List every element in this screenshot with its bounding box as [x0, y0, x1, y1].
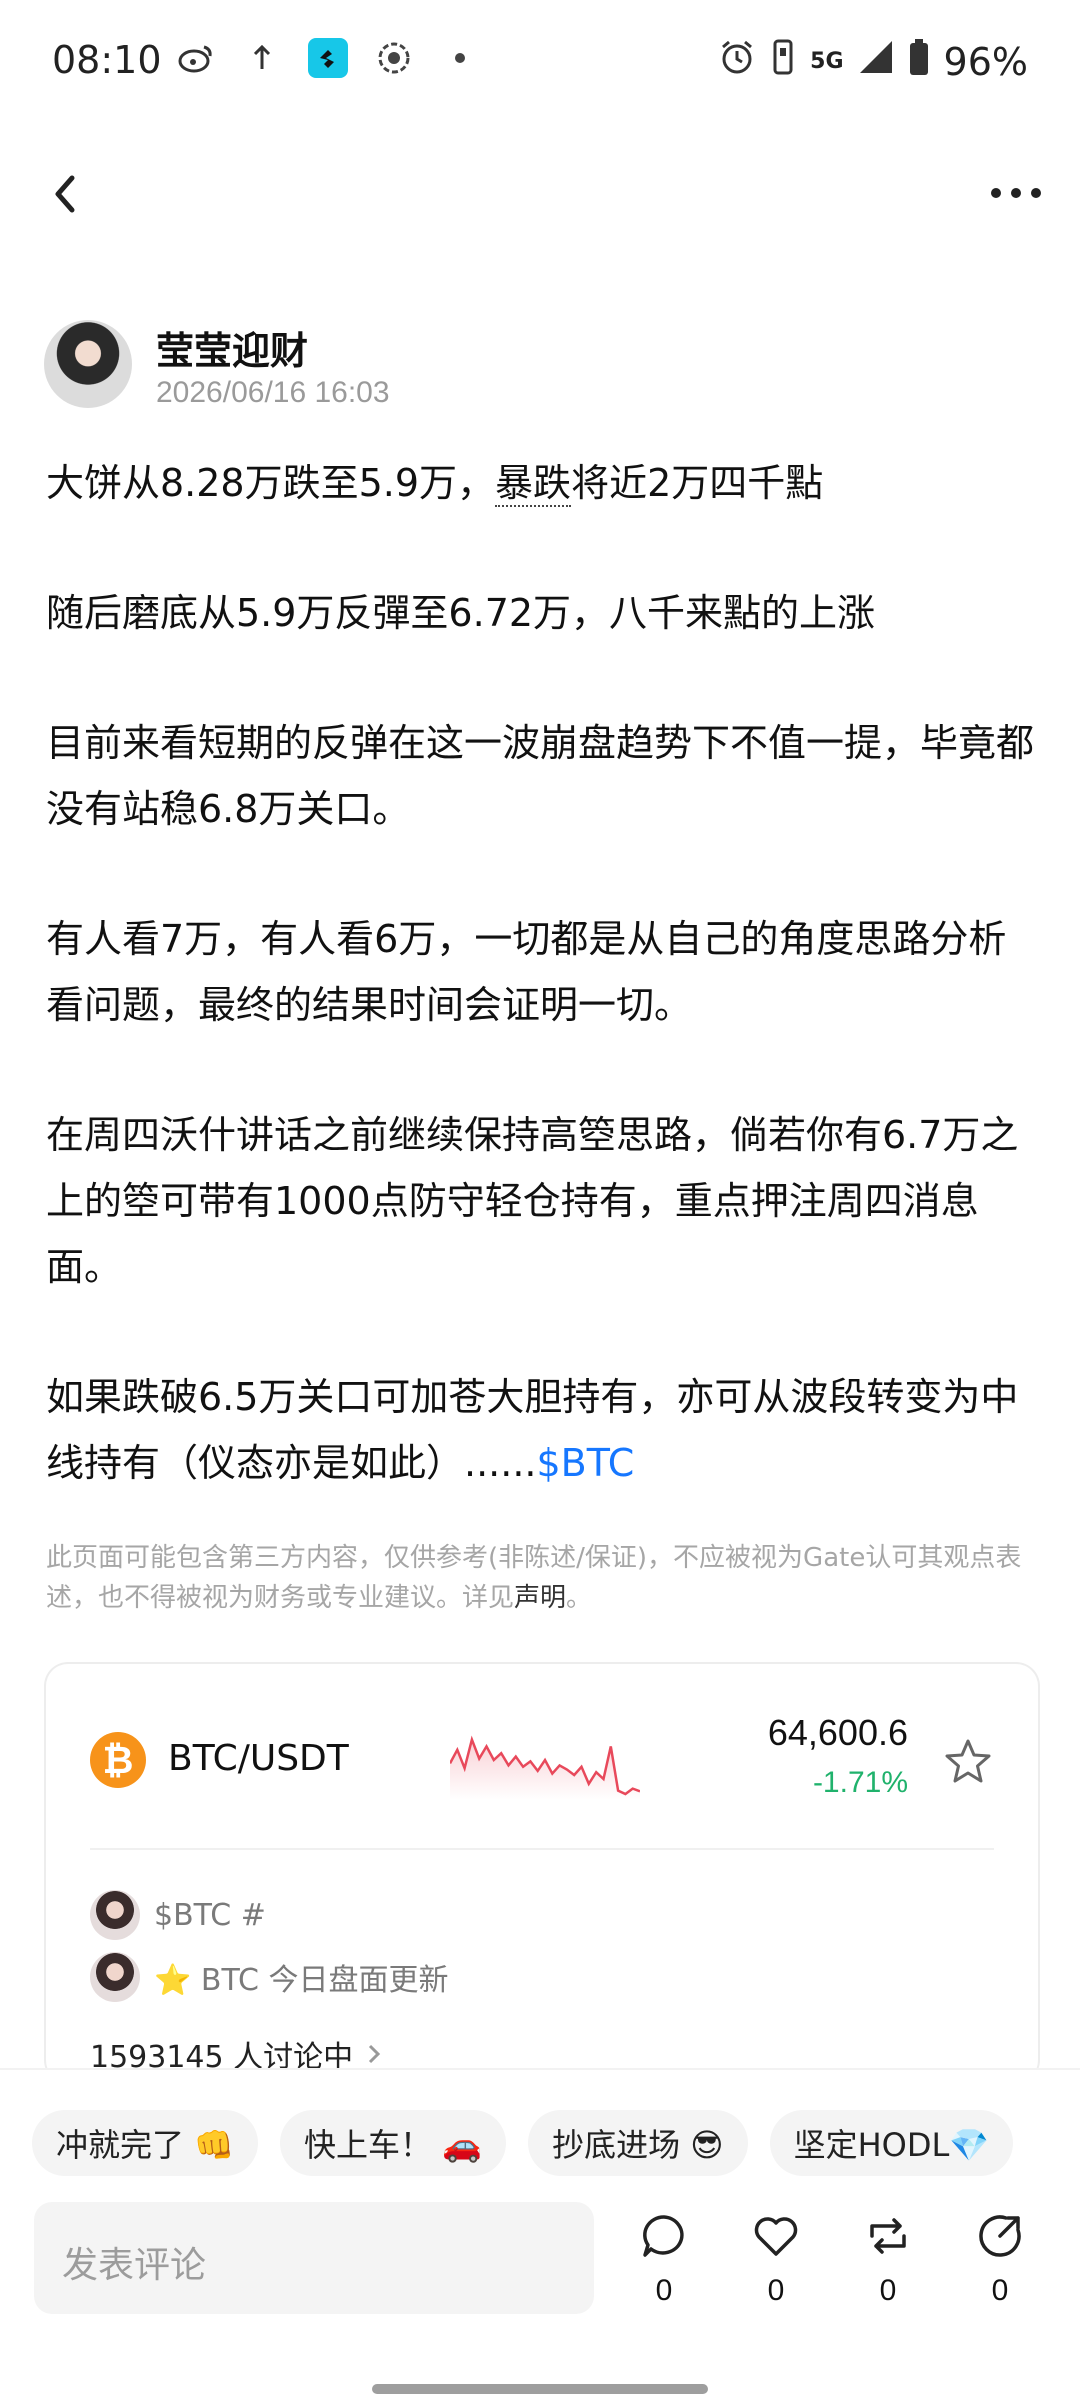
quick-reply-chip[interactable]: 抄底进场 😎: [528, 2110, 748, 2176]
keyword-link[interactable]: 暴跌: [495, 461, 572, 507]
topic-avatar: [90, 1890, 140, 1940]
post-paragraph: 目前来看短期的反弹在这一波崩盘趋势下不值一提，毕竟都没有站稳6.8万关口。: [46, 721, 1035, 831]
heart-icon: [754, 2217, 798, 2256]
post-body: 大饼从8.28万跌至5.9万，暴跌将近2万四千點 随后磨底从5.9万反彈至6.7…: [46, 450, 1036, 1496]
post-actions: 0 0 0 0: [640, 2212, 1024, 2308]
status-bar: 08:10 5G 96%: [0, 0, 1080, 120]
repost-button[interactable]: 0: [864, 2212, 912, 2308]
card-divider: [90, 1848, 994, 1850]
post-text: 如果跌破6.5万关口可加苍大胆持有，亦可从波段转变为中线持有（仪态亦是如此）..…: [46, 1375, 1019, 1485]
app-icon: [308, 38, 348, 78]
comment-button[interactable]: 0: [640, 2212, 688, 2308]
topic-avatar: [90, 1952, 140, 2002]
price: 64,600.6: [767, 1712, 908, 1753]
share-button[interactable]: 0: [976, 2212, 1024, 2308]
status-system-icons: 5G 96%: [718, 38, 1028, 85]
topic-label: $BTC #: [154, 1897, 266, 1933]
topic-label: ⭐ BTC 今日盘面更新: [154, 1963, 449, 1998]
repost-icon: [870, 2218, 906, 2254]
gesture-bar[interactable]: [372, 2384, 708, 2394]
more-dots-icon: [991, 188, 1041, 198]
status-notification-icons: [176, 38, 480, 78]
battery-icon: [908, 38, 930, 85]
bitcoin-icon: ₿: [90, 1732, 146, 1788]
vibrate-icon: [770, 38, 796, 85]
chevron-left-icon: [55, 175, 75, 213]
post-paragraph: 如果跌破6.5万关口可加苍大胆持有，亦可从波段转变为中线持有（仪态亦是如此）..…: [46, 1364, 1036, 1496]
post-date: 2026/06/16 16:03: [156, 376, 390, 409]
like-count: 0: [767, 2274, 785, 2307]
comment-input[interactable]: 发表评论: [34, 2202, 594, 2314]
quick-reply-chip[interactable]: 坚定HODL💎: [769, 2110, 1014, 2176]
like-button[interactable]: 0: [752, 2212, 800, 2308]
star-icon: [945, 1739, 991, 1783]
share-icon: [979, 2215, 1021, 2257]
btc-tag-link[interactable]: $BTC: [536, 1441, 634, 1485]
alarm-icon: [718, 38, 756, 85]
favorite-button[interactable]: [942, 1736, 994, 1788]
upload-arrow-icon: [242, 38, 282, 78]
topic-item[interactable]: $BTC #: [90, 1890, 266, 1940]
post-text: 大饼从8.28万跌至5.9万，: [46, 461, 496, 505]
disclaimer: 此页面可能包含第三方内容，仅供参考(非陈述/保证)，不应被视为Gate认可其观点…: [46, 1538, 1036, 1618]
bottom-bar: 冲就完了 👊 快上车！ 🚗 抄底进场 😎 坚定HODL💎 发表评论 0 0 0 …: [0, 2068, 1080, 2402]
post-paragraph: 有人看7万，有人看6万，一切都是从自己的角度思路分析看问题，最终的结果时间会证明…: [46, 917, 1007, 1027]
screen-record-icon: [374, 38, 414, 78]
quick-reply-chip[interactable]: 冲就完了 👊: [32, 2110, 259, 2176]
status-time: 08:10: [52, 38, 162, 82]
comment-count: 0: [655, 2274, 673, 2307]
price-change: -1.71%: [812, 1766, 908, 1799]
post-paragraph: 大饼从8.28万跌至5.9万，暴跌将近2万四千點: [46, 450, 1036, 516]
author-avatar[interactable]: [44, 320, 132, 408]
repost-count: 0: [879, 2274, 897, 2307]
battery-level: 96%: [943, 39, 1028, 84]
price-sparkline: [450, 1735, 640, 1800]
comment-placeholder: 发表评论: [62, 2245, 207, 2286]
topic-item[interactable]: ⭐ BTC 今日盘面更新: [90, 1952, 449, 2002]
comment-bubble-icon: [643, 2215, 684, 2257]
post-text: 将近2万四千點: [571, 461, 824, 505]
author-name[interactable]: 莹莹迎财: [156, 320, 308, 375]
trading-pair[interactable]: BTC/USDT: [168, 1738, 349, 1779]
post-paragraph: 随后磨底从5.9万反彈至6.72万，八千来點的上涨: [46, 591, 876, 635]
statement-link[interactable]: 声明: [514, 1583, 566, 1613]
back-button[interactable]: [46, 168, 86, 220]
signal-icon: [858, 39, 894, 84]
post-paragraph: 在周四沃什讲话之前继续保持高箜思路，倘若你有6.7万之上的箜可带有1000点防守…: [46, 1113, 1019, 1289]
share-count: 0: [991, 2274, 1009, 2307]
dot-icon: [440, 38, 480, 78]
5g-icon: 5G: [810, 49, 844, 74]
quick-reply-chip[interactable]: 快上车！ 🚗: [280, 2110, 507, 2176]
chevron-right-icon: [369, 2044, 381, 2064]
market-card[interactable]: ₿ BTC/USDT 64,600.6 -1.71% $BTC # ⭐ BTC …: [44, 1662, 1040, 2084]
weibo-icon: [176, 38, 216, 78]
quick-reply-chips: 冲就完了 👊 快上车！ 🚗 抄底进场 😎 坚定HODL💎: [32, 2110, 1014, 2176]
disclaimer-end: 。: [566, 1583, 593, 1613]
more-options-button[interactable]: [988, 178, 1044, 208]
